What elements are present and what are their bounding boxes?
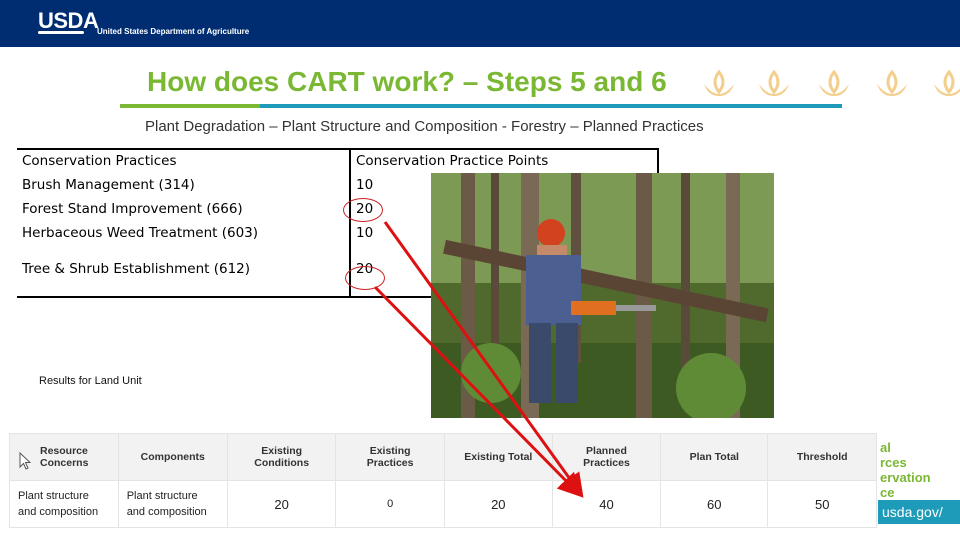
annotation-arrows: [373, 221, 584, 498]
arrow-line: [373, 285, 583, 498]
arrow-line: [383, 221, 584, 498]
